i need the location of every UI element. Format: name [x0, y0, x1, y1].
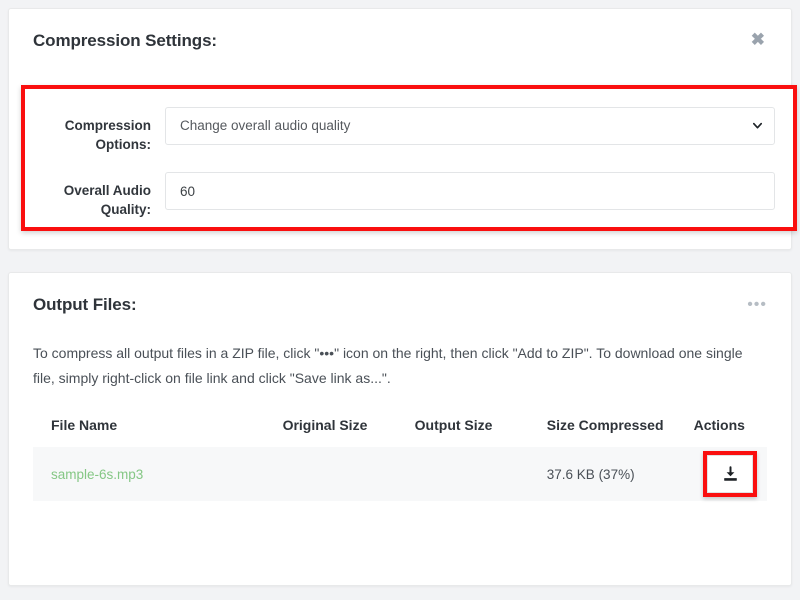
column-header-original-size: Original Size	[282, 417, 368, 433]
table-row: sample-6s.mp3 37.6 KB (37%)	[33, 447, 767, 501]
output-files-header: Output Files: •••	[9, 273, 791, 315]
overall-audio-quality-input[interactable]	[165, 172, 775, 210]
column-header-output-size: Output Size	[414, 417, 493, 433]
page-title: Compression Settings:	[33, 31, 217, 50]
table-body: sample-6s.mp3 37.6 KB (37%)	[33, 447, 767, 501]
compression-options-row: Compression Options: Change overall audi…	[25, 89, 793, 154]
download-icon	[723, 465, 737, 481]
output-files-title: Output Files:	[33, 295, 137, 314]
download-button[interactable]	[707, 455, 754, 493]
compression-options-label: Compression Options:	[64, 118, 151, 152]
output-files-card: Output Files: ••• To compress all output…	[8, 272, 792, 586]
column-header-actions: Actions	[693, 417, 745, 433]
cell-file-name: sample-6s.mp3	[33, 447, 283, 501]
compression-settings-header: Compression Settings: ✖	[9, 9, 791, 51]
output-files-description: To compress all output files in a ZIP fi…	[33, 345, 743, 386]
column-header-size-compressed: Size Compressed	[546, 417, 664, 433]
cell-actions	[694, 447, 767, 501]
close-icon[interactable]: ✖	[749, 31, 767, 48]
table-header-row: File Name Original Size Output Size Size…	[33, 417, 767, 447]
compression-settings-card: Compression Settings: ✖ Compression Opti…	[8, 8, 797, 250]
output-files-table: File Name Original Size Output Size Size…	[33, 417, 767, 501]
cell-size-compressed: 37.6 KB (37%)	[546, 466, 635, 482]
column-header-file-name: File Name	[51, 417, 118, 433]
settings-highlight-box: Compression Options: Change overall audi…	[21, 85, 797, 231]
overall-audio-quality-field-wrap	[165, 172, 775, 210]
cell-output-size	[415, 447, 547, 501]
file-link[interactable]: sample-6s.mp3	[51, 467, 143, 482]
overall-audio-quality-label: Overall Audio Quality:	[63, 183, 151, 217]
ellipsis-icon[interactable]: •••	[747, 295, 767, 313]
compression-options-field-wrap: Change overall audio quality	[165, 107, 775, 145]
cell-original-size	[283, 447, 415, 501]
compression-options-select[interactable]: Change overall audio quality	[165, 107, 775, 145]
page-root: Compression Settings: ✖ Compression Opti…	[0, 0, 800, 600]
overall-audio-quality-row: Overall Audio Quality:	[25, 154, 793, 219]
download-highlight-box	[703, 451, 758, 497]
table-header: File Name Original Size Output Size Size…	[33, 417, 767, 447]
output-files-body: To compress all output files in a ZIP fi…	[9, 341, 791, 501]
